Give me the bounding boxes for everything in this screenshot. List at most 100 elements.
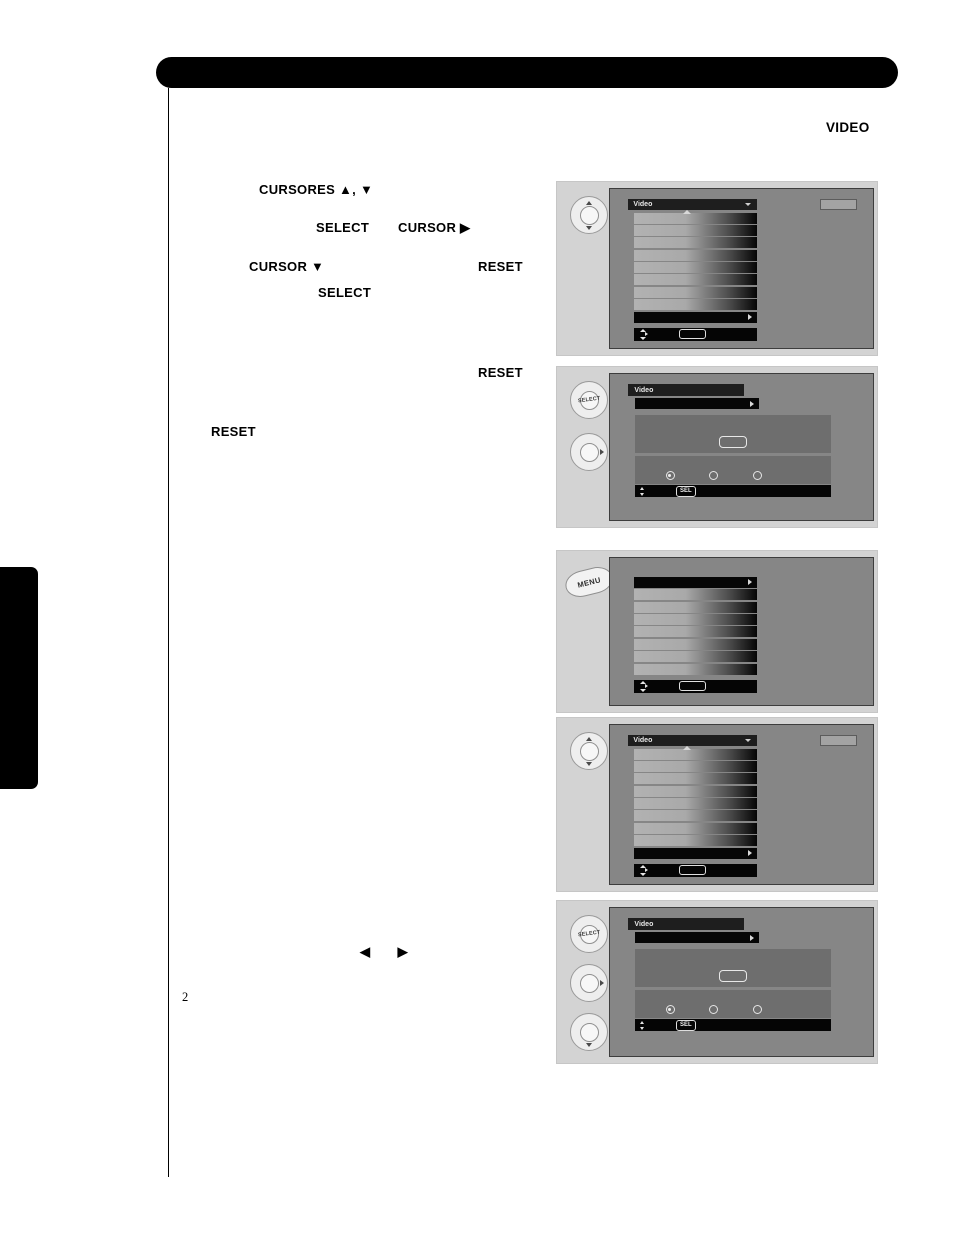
osd-selected-item-bar[interactable] [634, 398, 760, 410]
select-button[interactable]: SELECT [570, 915, 608, 953]
osd-row[interactable] [633, 785, 758, 797]
cursor-right-button[interactable] [570, 433, 608, 471]
scroll-up-icon [682, 209, 691, 214]
osd-row[interactable] [633, 601, 758, 613]
osd-title-text: Video [634, 920, 654, 928]
menu-button[interactable]: MENU [562, 563, 616, 601]
cursor-up-down-button[interactable] [570, 732, 608, 770]
figure-panel-video-main-2: Video [556, 717, 878, 892]
osd-row[interactable] [633, 760, 758, 772]
triangle-right-icon [599, 980, 604, 986]
chevron-right-icon [750, 400, 755, 407]
up-down-right-icon [639, 328, 649, 340]
page-vertical-rule [168, 88, 170, 1177]
osd-row[interactable] [633, 810, 758, 822]
label-cursores-updown: CURSORES ▲, ▼ [259, 182, 374, 197]
osd-radio-group [634, 990, 832, 1019]
chevron-right-icon [748, 850, 753, 857]
sel-indicator: SEL [675, 1019, 696, 1031]
triangle-right-icon [599, 449, 604, 455]
osd-row-selected[interactable] [633, 576, 758, 588]
osd-title-bar: Video [628, 918, 745, 931]
osd-footer-pill [678, 329, 706, 340]
osd-row[interactable] [633, 651, 758, 663]
cursor-up-down-button[interactable] [570, 196, 608, 234]
radio-option-1[interactable] [665, 1005, 675, 1015]
remote-button-column [565, 182, 613, 355]
osd-row[interactable] [633, 589, 758, 601]
osd-row[interactable] [633, 613, 758, 625]
osd-row[interactable] [633, 748, 758, 760]
osd-footer-bar [633, 863, 758, 877]
button-ring [579, 205, 599, 225]
osd-row[interactable] [633, 835, 758, 847]
radio-option-2[interactable] [709, 1005, 719, 1015]
radio-option-2[interactable] [709, 471, 719, 481]
remote-button-column [565, 718, 613, 891]
osd-title-text: Video [633, 736, 653, 744]
chevron-right-icon [748, 579, 753, 586]
up-down-right-icon [639, 680, 649, 692]
remote-button-column: SELECT [565, 901, 613, 1063]
osd-row[interactable] [633, 224, 758, 236]
osd-title-bar: Video [628, 734, 758, 746]
figure-panel-menu: MENU [556, 550, 878, 713]
osd-row[interactable] [633, 262, 758, 274]
osd-row-list [633, 748, 758, 859]
osd-row[interactable] [633, 249, 758, 261]
osd-row[interactable] [633, 626, 758, 638]
button-ring [579, 741, 599, 761]
radio-option-1[interactable] [665, 471, 675, 481]
triangle-down-icon [586, 1042, 592, 1047]
up-down-icon [639, 486, 646, 496]
osd-title-bar: Video [628, 384, 745, 397]
osd-row-list [633, 212, 758, 323]
label-reset-2: RESET [478, 365, 523, 380]
osd-row[interactable] [633, 663, 758, 675]
figure-panel-video-main-1: Video [556, 181, 878, 356]
menu-button-label: MENU [576, 574, 602, 590]
button-ring [579, 973, 599, 993]
cursor-down-button[interactable] [570, 1013, 608, 1051]
radio-option-3[interactable] [753, 471, 763, 481]
osd-footer-bar [633, 327, 758, 341]
osd-title-text: Video [633, 200, 653, 208]
osd-menu: Video [628, 198, 758, 341]
osd-row-selected[interactable] [633, 311, 758, 323]
osd-row[interactable] [633, 798, 758, 810]
osd-row[interactable] [633, 299, 758, 311]
figure-panel-video-sub-1: SELECT Video SEL [556, 366, 878, 528]
osd-row[interactable] [633, 638, 758, 650]
osd-row[interactable] [633, 822, 758, 834]
osd-row[interactable] [633, 237, 758, 249]
section-side-tab [0, 567, 38, 789]
osd-row[interactable] [633, 286, 758, 298]
tv-screen: Video [609, 188, 874, 349]
triangle-down-icon [586, 761, 592, 766]
osd-submenu: Video SEL [628, 918, 846, 1032]
label-cursor-down: CURSOR ▼ [249, 259, 325, 274]
radio-option-3[interactable] [753, 1005, 763, 1015]
osd-menu [628, 567, 758, 693]
osd-footer-bar [633, 679, 758, 693]
button-ring [579, 1022, 599, 1042]
scroll-up-icon [682, 745, 691, 750]
osd-row[interactable] [633, 212, 758, 224]
label-cursor-right: CURSOR ▶ [398, 220, 471, 235]
select-button[interactable]: SELECT [570, 381, 608, 419]
osd-title-bar: Video [628, 198, 758, 210]
label-reset-3: RESET [211, 424, 256, 439]
triangle-down-icon [586, 225, 592, 230]
tv-screen: Video SEL [609, 373, 874, 521]
osd-selected-item-bar[interactable] [634, 932, 760, 944]
remote-button-column: MENU [562, 551, 616, 712]
cursor-right-button[interactable] [570, 964, 608, 1002]
osd-row-selected[interactable] [633, 847, 758, 859]
osd-title-text: Video [634, 386, 654, 394]
osd-corner-button [820, 198, 858, 210]
osd-row[interactable] [633, 274, 758, 286]
osd-row[interactable] [633, 773, 758, 785]
chevron-down-icon [745, 738, 752, 742]
label-left-right-arrows: ◀ ▶ [360, 944, 420, 959]
sel-indicator: SEL [675, 485, 696, 497]
